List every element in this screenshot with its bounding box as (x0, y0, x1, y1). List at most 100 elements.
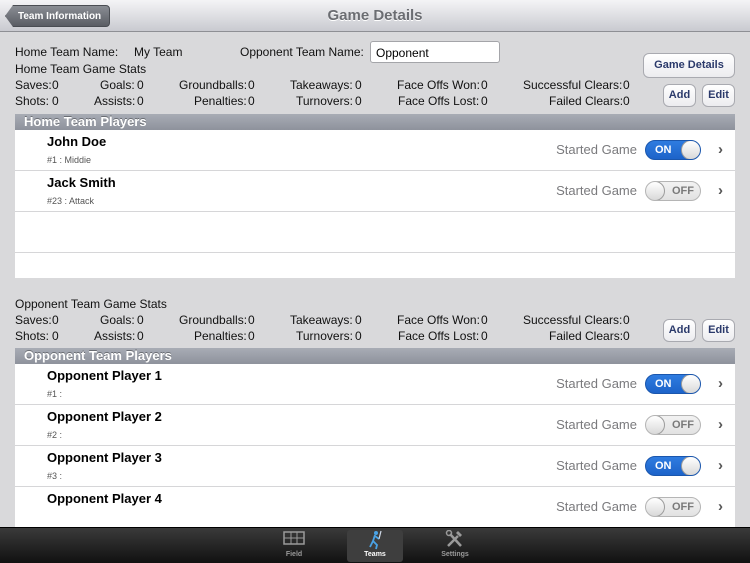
home-assists-label: Assists: (94, 94, 136, 108)
chevron-right-icon[interactable]: › (718, 416, 723, 433)
opponent-clears-fail-value: 0 (623, 329, 630, 343)
home-shots-label: Shots: (15, 94, 50, 108)
tab-field-label: Field (285, 551, 303, 558)
home-faceoffs-won-label: Face Offs Won: (397, 78, 480, 92)
opponent-clears-ok-label: Successful Clears: (523, 313, 623, 327)
home-faceoffs-lost-label: Face Offs Lost: (398, 94, 480, 108)
started-game-toggle[interactable]: OFF (645, 497, 701, 517)
home-goals-label: Goals: (100, 78, 135, 92)
home-team-name-label: Home Team Name: (15, 45, 119, 59)
home-players-header: Home Team Players (15, 114, 735, 130)
home-saves-label: Saves: (15, 78, 52, 92)
chevron-right-icon[interactable]: › (718, 375, 723, 392)
opponent-penalties-label: Penalties: (194, 329, 247, 343)
opponent-goals-label: Goals: (100, 313, 135, 327)
opponent-stats-title: Opponent Team Game Stats (15, 297, 167, 311)
toggle-state-label: OFF (672, 419, 694, 431)
player-name: Jack Smith (47, 175, 116, 190)
navigation-bar: Team Information Game Details (0, 0, 750, 32)
toggle-state-label: ON (655, 460, 672, 472)
game-details-button[interactable]: Game Details (643, 53, 735, 78)
player-row[interactable]: Opponent Player 4 Started Game OFF › (15, 487, 735, 527)
player-name: Opponent Player 4 (47, 491, 162, 506)
page-title: Game Details (327, 7, 423, 24)
player-row[interactable]: John Doe #1 : Middie Started Game ON › (15, 130, 735, 171)
home-team-name-value: My Team (134, 45, 183, 59)
tab-settings[interactable]: Settings (427, 529, 483, 562)
opponent-shots-value: 0 (52, 329, 59, 343)
player-row[interactable]: Opponent Player 3 #3 : Started Game ON › (15, 446, 735, 487)
home-penalties-value: 0 (248, 94, 255, 108)
chevron-right-icon[interactable]: › (718, 498, 723, 515)
game-details-panel: Home Team Name: My Team Opponent Team Na… (0, 33, 750, 527)
opponent-saves-value: 0 (52, 313, 59, 327)
player-name: Opponent Player 3 (47, 450, 162, 465)
toggle-knob (681, 457, 700, 475)
field-icon (266, 530, 322, 550)
opponent-turnovers-value: 0 (355, 329, 362, 343)
started-game-toggle[interactable]: OFF (645, 181, 701, 201)
opponent-groundballs-label: Groundballs: (179, 313, 248, 327)
opponent-goals-value: 0 (137, 313, 144, 327)
toggle-knob (646, 182, 665, 200)
chevron-right-icon[interactable]: › (718, 182, 723, 199)
opponent-turnovers-label: Turnovers: (296, 329, 353, 343)
home-clears-fail-value: 0 (623, 94, 630, 108)
started-game-label: Started Game (556, 458, 637, 473)
home-shots-value: 0 (52, 94, 59, 108)
player-number-position: #2 : (47, 430, 63, 440)
opponent-faceoffs-won-label: Face Offs Won: (397, 313, 480, 327)
home-add-button[interactable]: Add (663, 84, 696, 107)
started-game-label: Started Game (556, 417, 637, 432)
opponent-assists-value: 0 (137, 329, 144, 343)
toggle-state-label: OFF (672, 501, 694, 513)
player-number-position: #23 : Attack (47, 196, 95, 206)
home-penalties-label: Penalties: (194, 94, 247, 108)
player-row[interactable]: Jack Smith #23 : Attack Started Game OFF › (15, 171, 735, 212)
empty-row (15, 253, 735, 278)
started-game-toggle[interactable]: ON (645, 140, 701, 160)
home-clears-fail-label: Failed Clears: (549, 94, 624, 108)
home-clears-ok-label: Successful Clears: (523, 78, 623, 92)
toggle-knob (646, 498, 665, 516)
home-turnovers-label: Turnovers: (296, 94, 353, 108)
started-game-label: Started Game (556, 183, 637, 198)
player-row[interactable]: Opponent Player 1 #1 : Started Game ON › (15, 364, 735, 405)
home-turnovers-value: 0 (355, 94, 362, 108)
tab-teams[interactable]: Teams (347, 530, 403, 562)
chevron-right-icon[interactable]: › (718, 457, 723, 474)
tab-teams-label: Teams (364, 551, 386, 558)
opponent-add-button[interactable]: Add (663, 319, 696, 342)
home-faceoffs-lost-value: 0 (481, 94, 488, 108)
tab-settings-label: Settings (441, 551, 469, 558)
tab-field[interactable]: Field (266, 530, 322, 562)
started-game-label: Started Game (556, 499, 637, 514)
started-game-label: Started Game (556, 376, 637, 391)
opponent-team-name-input[interactable]: Opponent (370, 41, 500, 63)
player-name: Opponent Player 2 (47, 409, 162, 424)
home-edit-button[interactable]: Edit (702, 84, 735, 107)
opponent-players-header: Opponent Team Players (15, 348, 735, 364)
toggle-knob (681, 375, 700, 393)
opponent-faceoffs-lost-value: 0 (481, 329, 488, 343)
opponent-faceoffs-lost-label: Face Offs Lost: (398, 329, 480, 343)
opponent-penalties-value: 0 (248, 329, 255, 343)
opponent-edit-button[interactable]: Edit (702, 319, 735, 342)
empty-row (15, 212, 735, 253)
started-game-label: Started Game (556, 142, 637, 157)
started-game-toggle[interactable]: ON (645, 374, 701, 394)
home-goals-value: 0 (137, 78, 144, 92)
opponent-clears-fail-label: Failed Clears: (549, 329, 624, 343)
chevron-right-icon[interactable]: › (718, 141, 723, 158)
opponent-shots-label: Shots: (15, 329, 50, 343)
opponent-faceoffs-won-value: 0 (481, 313, 488, 327)
started-game-toggle[interactable]: ON (645, 456, 701, 476)
started-game-toggle[interactable]: OFF (645, 415, 701, 435)
tab-bar: Field Teams Settings (0, 527, 750, 563)
opponent-clears-ok-value: 0 (623, 313, 630, 327)
home-clears-ok-value: 0 (623, 78, 630, 92)
player-row[interactable]: Opponent Player 2 #2 : Started Game OFF › (15, 405, 735, 446)
home-takeaways-label: Takeaways: (290, 78, 353, 92)
player-name: Opponent Player 1 (47, 368, 162, 383)
toggle-knob (646, 416, 665, 434)
